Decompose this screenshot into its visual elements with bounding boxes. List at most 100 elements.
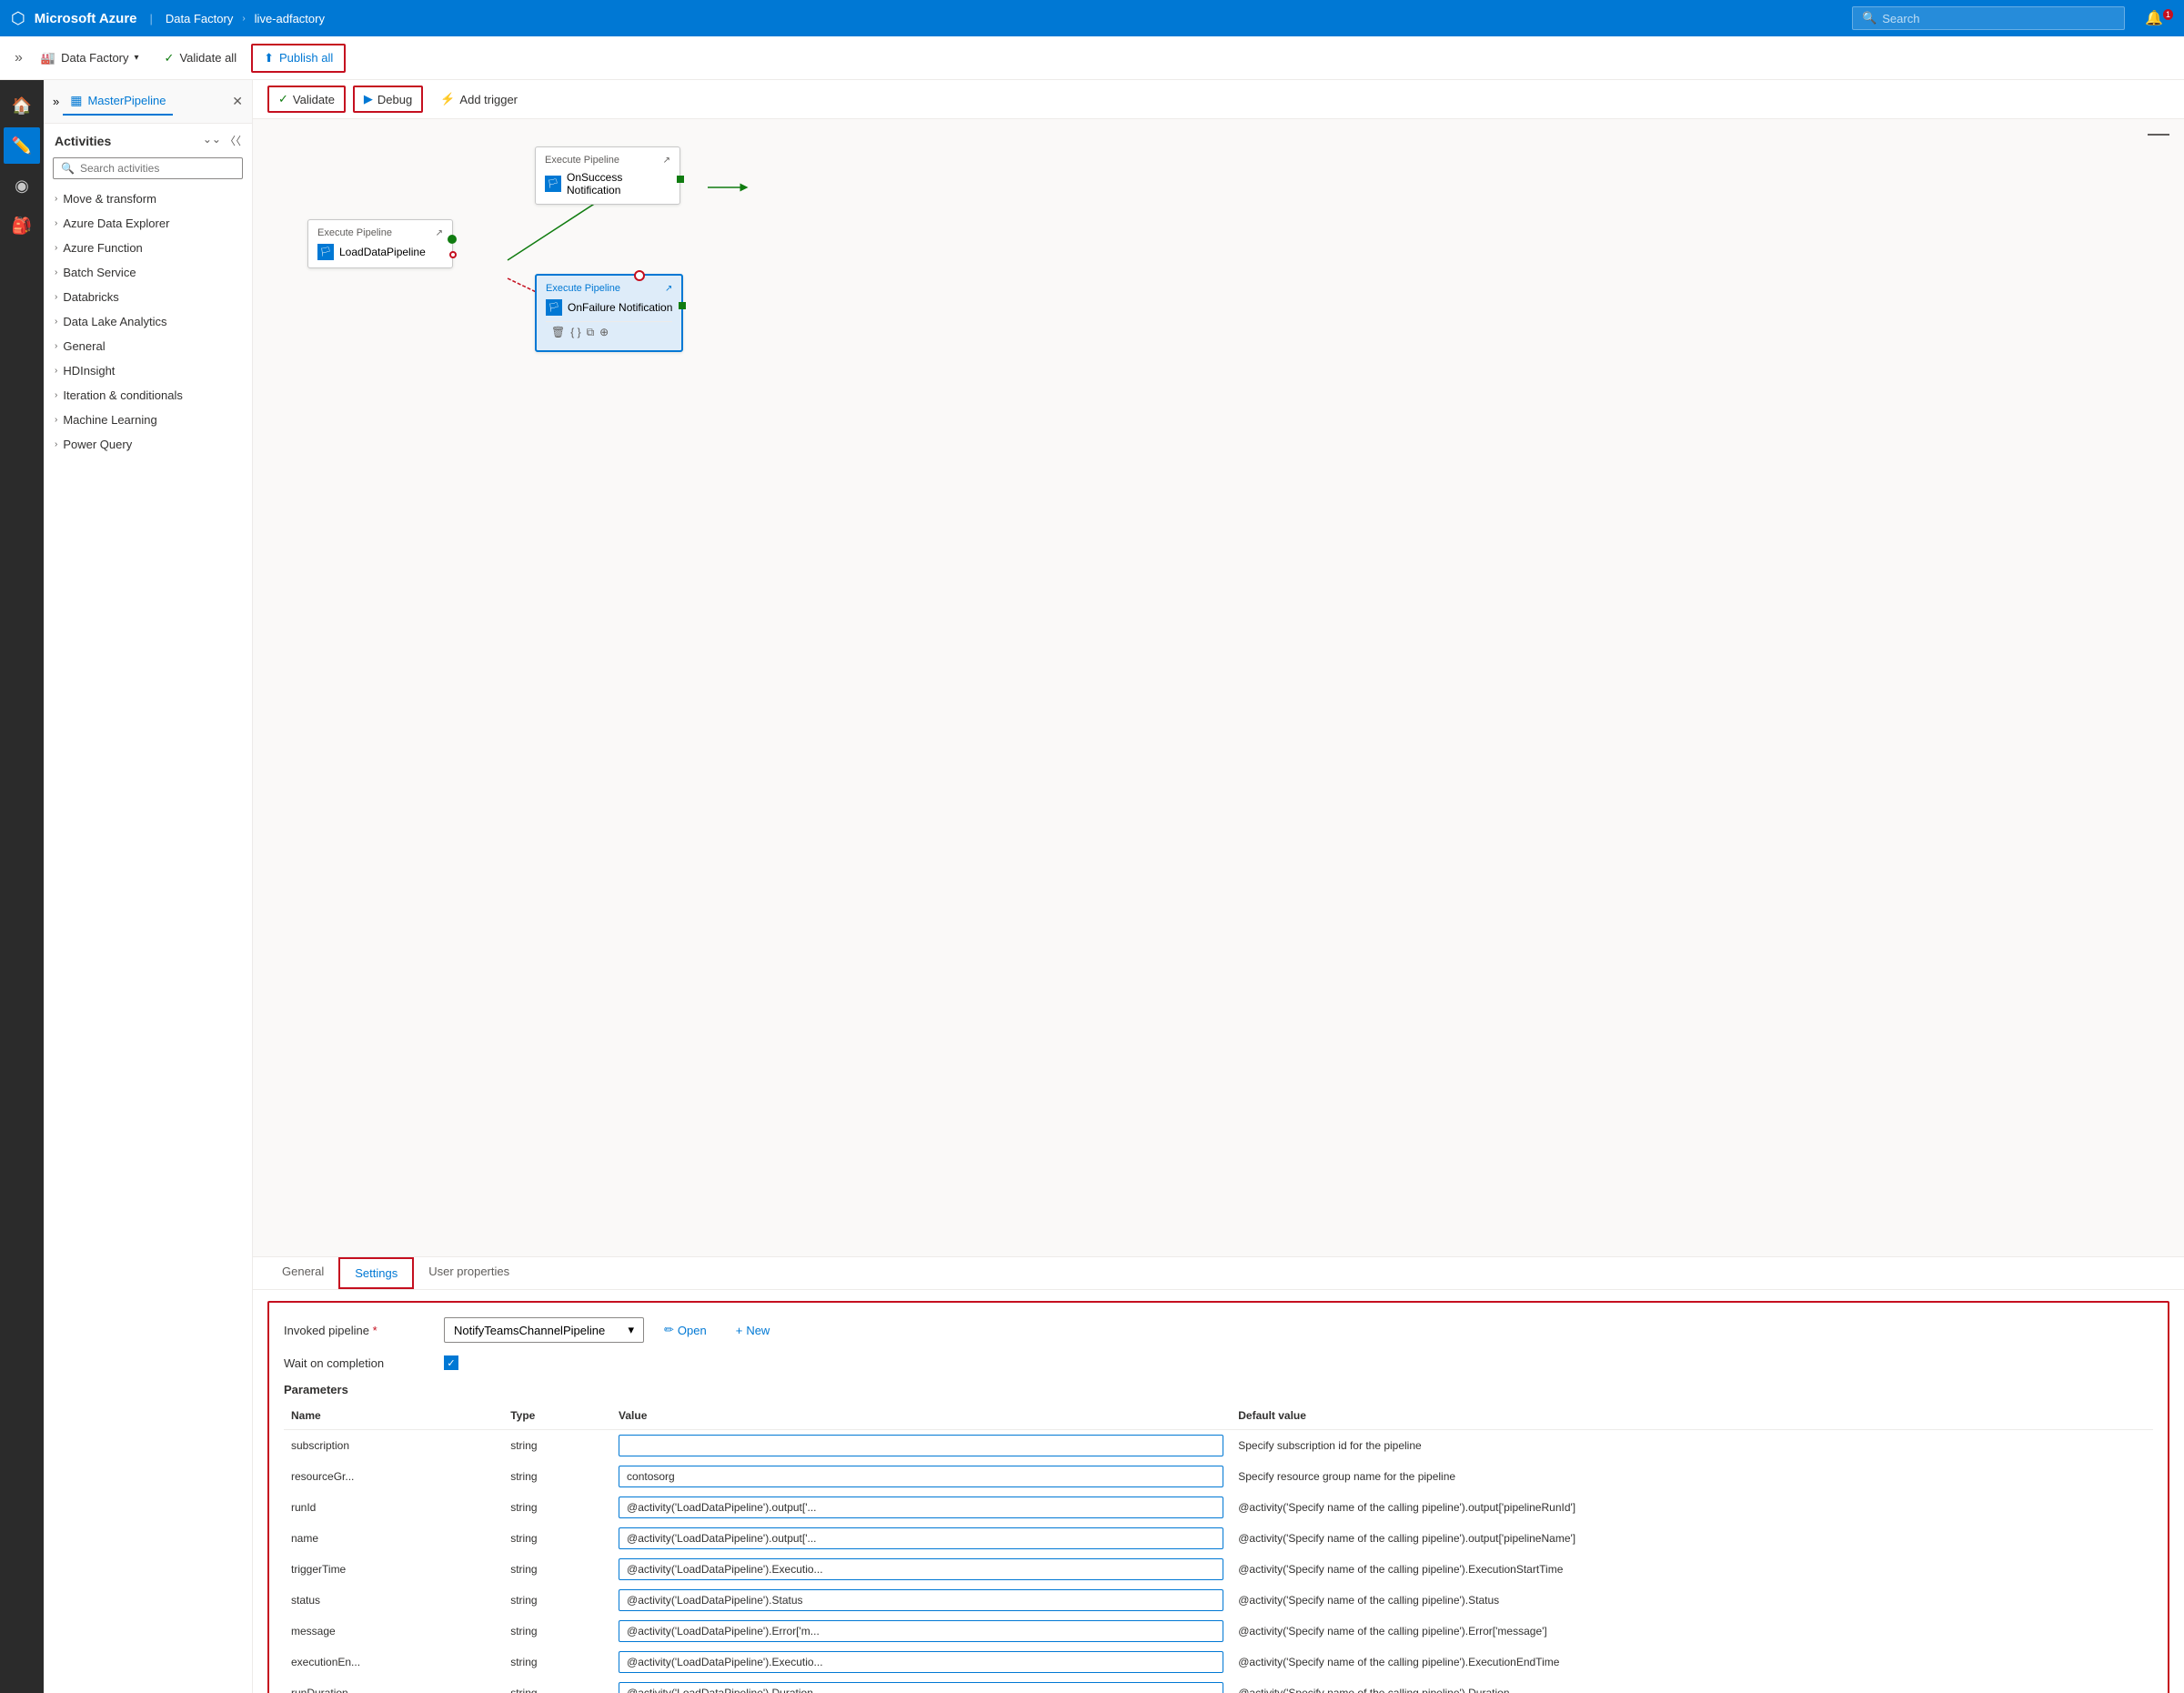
node3-right-port xyxy=(679,302,686,309)
param-row: messagestring@activity('Specify name of … xyxy=(284,1616,2153,1647)
breadcrumb-data-factory[interactable]: Data Factory xyxy=(166,12,233,25)
param-value-cell[interactable] xyxy=(611,1523,1231,1554)
invoked-pipeline-value: NotifyTeamsChannelPipeline xyxy=(454,1324,605,1337)
notification-bell[interactable]: 🔔1 xyxy=(2145,9,2173,27)
param-value-input[interactable] xyxy=(619,1527,1223,1549)
param-value-input[interactable] xyxy=(619,1558,1223,1580)
param-value-cell[interactable] xyxy=(611,1430,1231,1462)
chevron-batch-service: › xyxy=(55,267,57,277)
col-value: Value xyxy=(611,1406,1231,1430)
on-failure-notification-node[interactable]: Execute Pipeline ↗ 🏳 OnFailure Notificat… xyxy=(535,274,683,352)
parameters-section: Parameters Name Type Value Default value xyxy=(284,1383,2153,1693)
global-search-input[interactable] xyxy=(1882,12,2115,25)
second-toolbar: » 🏭 Data Factory ▾ ✓ Validate all ⬆ Publ… xyxy=(0,36,2184,80)
dropdown-chevron: ▾ xyxy=(628,1323,634,1337)
category-move-transform[interactable]: › Move & transform xyxy=(44,186,252,211)
param-value-input[interactable] xyxy=(619,1466,1223,1487)
open-pipeline-btn[interactable]: ✏ Open xyxy=(655,1318,716,1342)
expand-collapse-toggle[interactable]: 〈〈 xyxy=(225,133,241,148)
node3-link-icon[interactable]: ↗ xyxy=(665,284,672,294)
plus-icon: + xyxy=(736,1324,743,1337)
pencil-icon: ✏ xyxy=(664,1323,674,1337)
category-data-lake-analytics-label: Data Lake Analytics xyxy=(63,315,166,328)
category-hdinsight[interactable]: › HDInsight xyxy=(44,358,252,383)
param-name: status xyxy=(284,1585,503,1616)
pipeline-canvas[interactable]: Execute Pipeline ↗ 🏳 LoadDataPipeline Ex… xyxy=(253,119,2184,1256)
param-value-input[interactable] xyxy=(619,1589,1223,1611)
category-power-query[interactable]: › Power Query xyxy=(44,432,252,457)
new-pipeline-btn[interactable]: + New xyxy=(727,1319,780,1342)
panel-expand-arrow[interactable]: » xyxy=(53,95,59,108)
collapse-panel-btn[interactable]: » xyxy=(11,46,26,70)
category-machine-learning-label: Machine Learning xyxy=(63,413,156,427)
param-value-cell[interactable] xyxy=(611,1554,1231,1585)
tab-general[interactable]: General xyxy=(267,1257,338,1289)
search-activities-box[interactable]: 🔍 xyxy=(53,157,243,179)
category-databricks[interactable]: › Databricks xyxy=(44,285,252,309)
on-success-notification-node[interactable]: Execute Pipeline ↗ 🏳 OnSuccessNotificati… xyxy=(535,146,680,205)
node3-code-icon[interactable]: { } xyxy=(570,326,580,339)
param-value-input[interactable] xyxy=(619,1682,1223,1693)
category-batch-service[interactable]: › Batch Service xyxy=(44,260,252,285)
validate-btn[interactable]: ✓ Validate xyxy=(267,86,346,113)
sidebar-monitor-btn[interactable]: ◉ xyxy=(4,167,40,204)
param-type: string xyxy=(503,1678,611,1693)
panel-close-btn[interactable]: ✕ xyxy=(232,94,243,109)
category-data-lake-analytics[interactable]: › Data Lake Analytics xyxy=(44,309,252,334)
param-name: runId xyxy=(284,1492,503,1523)
param-value-cell[interactable] xyxy=(611,1461,1231,1492)
node3-delete-icon[interactable]: 🗑 xyxy=(551,326,565,339)
param-value-cell[interactable] xyxy=(611,1492,1231,1523)
category-azure-data-explorer[interactable]: › Azure Data Explorer xyxy=(44,211,252,236)
param-value-input[interactable] xyxy=(619,1620,1223,1642)
invoked-pipeline-select-group: NotifyTeamsChannelPipeline ▾ ✏ Open + Ne… xyxy=(444,1317,779,1343)
category-azure-function[interactable]: › Azure Function xyxy=(44,236,252,260)
wait-on-completion-label: Wait on completion xyxy=(284,1356,429,1370)
node3-name: OnFailure Notification xyxy=(568,301,672,314)
sidebar-edit-btn[interactable]: ✏️ xyxy=(4,127,40,164)
wait-on-completion-checkbox[interactable] xyxy=(444,1355,458,1370)
param-value-cell[interactable] xyxy=(611,1678,1231,1693)
param-value-cell[interactable] xyxy=(611,1585,1231,1616)
new-label: New xyxy=(746,1324,770,1337)
param-value-cell[interactable] xyxy=(611,1616,1231,1647)
category-machine-learning[interactable]: › Machine Learning xyxy=(44,408,252,432)
activities-title: Activities xyxy=(55,134,111,148)
chevron-hdinsight: › xyxy=(55,366,57,376)
breadcrumb-live-adfactory[interactable]: live-adfactory xyxy=(255,12,325,25)
sidebar-home-btn[interactable]: 🏠 xyxy=(4,87,40,124)
param-value-input[interactable] xyxy=(619,1496,1223,1518)
add-trigger-btn[interactable]: ⚡ Add trigger xyxy=(430,86,528,112)
node2-link-icon[interactable]: ↗ xyxy=(663,156,670,166)
category-general[interactable]: › General xyxy=(44,334,252,358)
sidebar-manage-btn[interactable]: 🎒 xyxy=(4,207,40,244)
master-pipeline-tab[interactable]: ▦ MasterPipeline xyxy=(63,87,173,116)
breadcrumb-chevron: › xyxy=(242,14,245,24)
collapse-all-icon[interactable]: ⌄⌄ xyxy=(203,133,221,148)
param-type: string xyxy=(503,1585,611,1616)
param-value-cell[interactable] xyxy=(611,1647,1231,1678)
param-value-input[interactable] xyxy=(619,1651,1223,1673)
node3-copy-icon[interactable]: ⧉ xyxy=(587,326,595,339)
debug-btn[interactable]: ▶ Debug xyxy=(353,86,423,113)
validate-icon: ✓ xyxy=(278,92,288,106)
invoked-pipeline-dropdown[interactable]: NotifyTeamsChannelPipeline ▾ xyxy=(444,1317,644,1343)
param-default-value: @activity('Specify name of the calling p… xyxy=(1231,1492,2153,1523)
node2-flag-icon: 🏳 xyxy=(545,176,561,192)
global-search-box[interactable]: 🔍 xyxy=(1852,6,2125,30)
node1-link-icon[interactable]: ↗ xyxy=(436,228,443,238)
param-name: runDuration xyxy=(284,1678,503,1693)
validate-all-btn[interactable]: ✓ Validate all xyxy=(154,45,248,71)
load-data-pipeline-node[interactable]: Execute Pipeline ↗ 🏳 LoadDataPipeline xyxy=(307,219,453,268)
tab-user-properties[interactable]: User properties xyxy=(414,1257,524,1289)
data-factory-btn[interactable]: 🏭 Data Factory ▾ xyxy=(30,45,150,71)
publish-all-btn[interactable]: ⬆ Publish all xyxy=(251,44,346,73)
params-table-header-row: Name Type Value Default value xyxy=(284,1406,2153,1430)
main-layout: 🏠 ✏️ ◉ 🎒 » ▦ MasterPipeline ✕ Activities… xyxy=(0,80,2184,1693)
tab-settings[interactable]: Settings xyxy=(338,1257,414,1289)
node3-add-icon[interactable]: ⊕ xyxy=(599,326,609,339)
activities-panel: » ▦ MasterPipeline ✕ Activities ⌄⌄ 〈〈 🔍 … xyxy=(44,80,253,1693)
param-value-input[interactable] xyxy=(619,1435,1223,1456)
search-activities-input[interactable] xyxy=(80,162,235,175)
category-iteration-conditionals[interactable]: › Iteration & conditionals xyxy=(44,383,252,408)
